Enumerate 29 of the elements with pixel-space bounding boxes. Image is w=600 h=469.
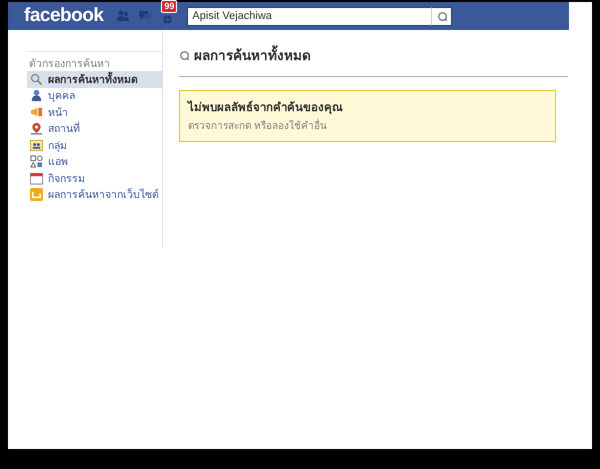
web-results-icon [30, 188, 43, 202]
filter-item[interactable]: ผลการค้นหาจากเว็บไซต์ [27, 186, 162, 203]
notice-message: ตรวจการสะกด หรือลองใช้คำอื่น [188, 118, 547, 133]
notification-count: 99 [161, 0, 178, 13]
filter-item[interactable]: กลุ่ม [27, 137, 162, 154]
filter-item[interactable]: หน้า [27, 104, 162, 120]
map-pin-icon [30, 122, 43, 136]
person-icon [30, 89, 43, 102]
apps-icon [30, 155, 43, 168]
group-card-icon [30, 138, 43, 152]
search-icon [179, 50, 189, 60]
filter-item[interactable]: สถานที่ [27, 120, 162, 137]
messages-icon[interactable] [138, 9, 152, 23]
friends-icon[interactable] [116, 9, 130, 23]
globe-icon[interactable] [162, 14, 173, 25]
notice-title: ไม่พบผลลัพธ์จากคำค้นของคุณ [188, 99, 344, 116]
sidebar-title: ตัวกรองการค้นหา [28, 57, 111, 71]
calendar-icon [30, 172, 43, 185]
filter-item[interactable]: กิจกรรม [27, 170, 162, 186]
search-icon [30, 72, 43, 86]
search-icon [436, 11, 447, 21]
filter-item[interactable]: บุคคล [27, 88, 162, 104]
search-button[interactable] [431, 6, 452, 26]
logo[interactable]: facebook [24, 5, 104, 27]
filter-item[interactable]: ผลการค้นหาทั้งหมด [27, 71, 162, 88]
search-field[interactable]: Apisit Vejachiwa [187, 6, 432, 26]
filter-item[interactable]: แอพ [27, 154, 162, 170]
megaphone-icon [30, 106, 43, 119]
section-heading: ผลการค้นหาทั้งหมด [194, 44, 311, 66]
